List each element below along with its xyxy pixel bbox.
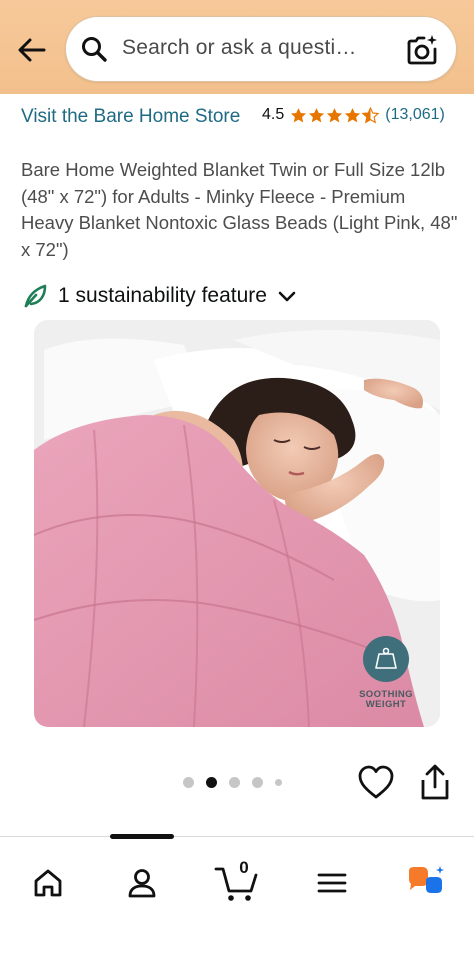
back-arrow-icon: [18, 38, 46, 62]
soothing-weight-badge: SOOTHING WEIGHT: [354, 636, 418, 710]
chevron-down-icon: [278, 291, 296, 302]
person-icon: [128, 869, 156, 898]
carousel-dot[interactable]: [275, 779, 282, 786]
product-title: Bare Home Weighted Blanket Twin or Full …: [21, 159, 458, 260]
sustainability-label: 1 sustainability feature: [58, 284, 267, 307]
top-header: Search or ask a questi…: [0, 0, 474, 94]
hamburger-menu-icon: [317, 873, 347, 893]
cart-count-badge: 0: [239, 858, 249, 877]
cart-icon: [214, 867, 258, 901]
star-full-icon: [309, 107, 325, 122]
back-button[interactable]: [14, 32, 50, 68]
search-bar[interactable]: Search or ask a questi…: [66, 17, 456, 81]
rating-summary[interactable]: 4.5 (13,061): [262, 104, 445, 126]
search-icon: [82, 37, 107, 62]
nav-home[interactable]: [26, 861, 70, 905]
nav-menu[interactable]: [310, 861, 354, 905]
carousel-dots[interactable]: [183, 777, 282, 788]
nav-cart[interactable]: [214, 861, 258, 905]
camera-search-icon[interactable]: [405, 33, 439, 67]
carousel-dot[interactable]: [229, 777, 240, 788]
nav-active-indicator: [110, 834, 174, 839]
star-full-icon: [291, 107, 307, 122]
rating-value: 4.5: [262, 106, 285, 123]
share-button[interactable]: [418, 764, 452, 802]
carousel-dot[interactable]: [183, 777, 194, 788]
carousel-dot[interactable]: [252, 777, 263, 788]
search-input[interactable]: Search or ask a questi…: [122, 36, 357, 60]
nav-account[interactable]: [120, 861, 164, 905]
star-half-icon: [362, 106, 380, 123]
home-icon: [34, 869, 62, 897]
weight-icon: [363, 636, 409, 682]
rating-stars: [290, 106, 380, 124]
wishlist-button[interactable]: [357, 764, 395, 802]
bottom-nav: [0, 834, 474, 960]
product-image[interactable]: SOOTHING WEIGHT: [34, 320, 440, 727]
rating-count[interactable]: (13,061): [385, 106, 445, 124]
store-link[interactable]: Visit the Bare Home Store: [21, 104, 241, 130]
badge-line2: WEIGHT: [365, 699, 407, 710]
nav-rufus-assistant[interactable]: [404, 861, 448, 905]
sustainability-toggle[interactable]: 1 sustainability feature: [22, 282, 297, 310]
star-full-icon: [345, 107, 361, 122]
rufus-assistant-icon: [409, 866, 444, 893]
star-full-icon: [327, 107, 343, 122]
carousel-dot-active[interactable]: [206, 777, 217, 788]
share-icon: [421, 764, 449, 800]
leaf-icon: [24, 284, 47, 308]
heart-icon: [358, 765, 394, 799]
